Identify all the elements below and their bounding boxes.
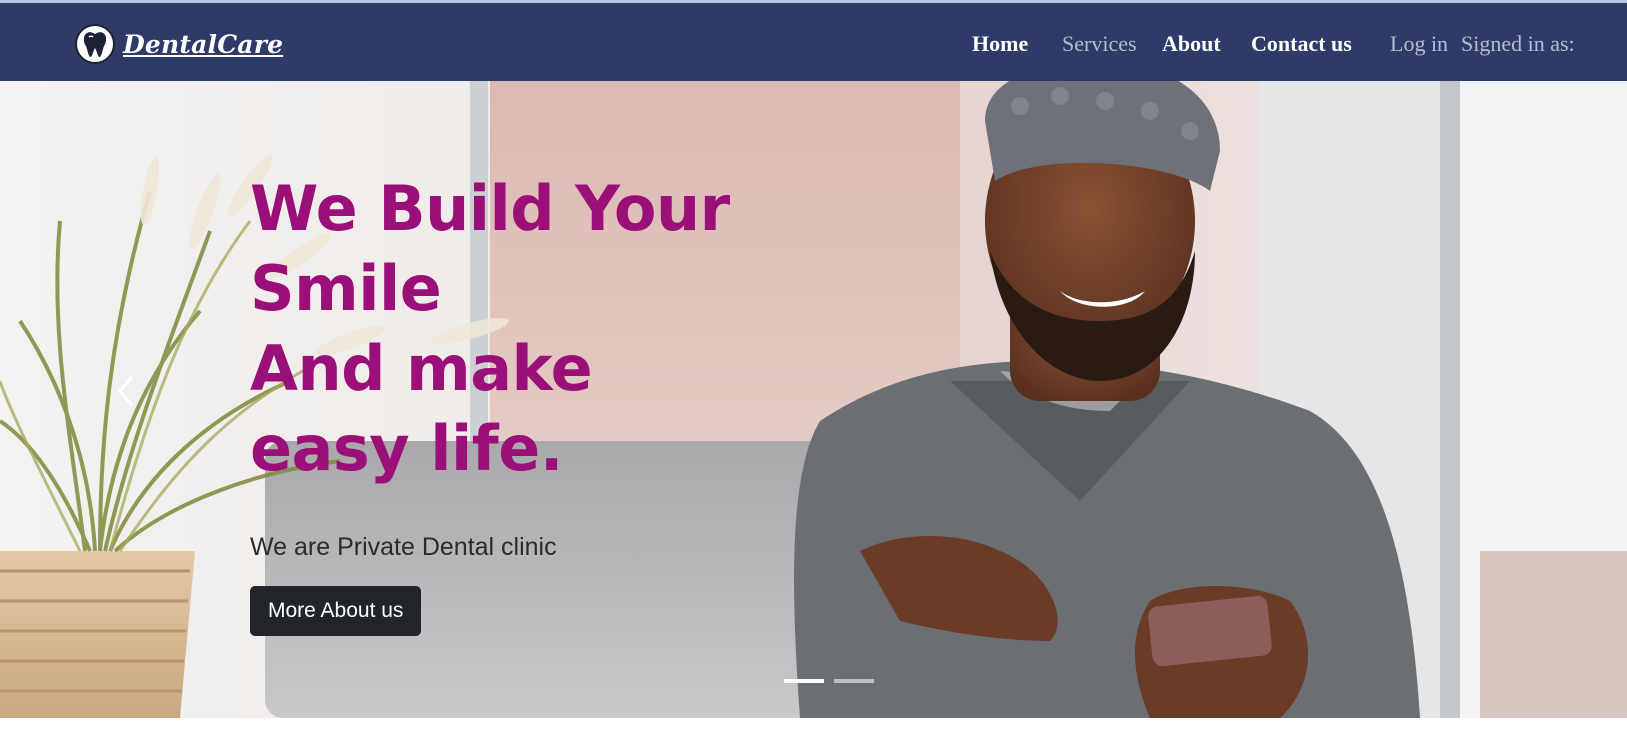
chevron-left-icon[interactable]: [112, 371, 142, 411]
headline-line: easy life.: [250, 412, 563, 485]
nav-login[interactable]: Log in: [1390, 31, 1448, 57]
carousel-indicators: [784, 679, 874, 683]
brand-link[interactable]: DentalCare: [75, 23, 283, 65]
more-about-us-button[interactable]: More About us: [250, 586, 422, 636]
carousel-indicator-2[interactable]: [834, 679, 874, 683]
tooth-icon: [75, 24, 115, 64]
hero-carousel: We Build Your Smile And make easy life. …: [0, 81, 1627, 718]
nav-about[interactable]: About: [1162, 31, 1221, 57]
nav-home[interactable]: Home: [972, 31, 1028, 57]
hero-caption: We Build Your Smile And make easy life. …: [250, 169, 870, 636]
nav-signed-in: Signed in as:: [1461, 31, 1575, 56]
hero-subtitle: We are Private Dental clinic: [250, 533, 557, 561]
brand-name: DentalCare: [123, 29, 284, 59]
carousel-indicator-1[interactable]: [784, 679, 824, 683]
navbar: DentalCare Home Services About Contact u…: [0, 3, 1627, 81]
page-below-hero: [0, 718, 1627, 735]
headline-line: And make: [250, 332, 593, 405]
nav-contact[interactable]: Contact us: [1251, 31, 1352, 57]
nav-services[interactable]: Services: [1062, 31, 1137, 57]
headline-line: We Build Your: [250, 172, 730, 245]
hero-headline: We Build Your Smile And make easy life.: [250, 169, 870, 489]
headline-line: Smile: [250, 252, 442, 325]
